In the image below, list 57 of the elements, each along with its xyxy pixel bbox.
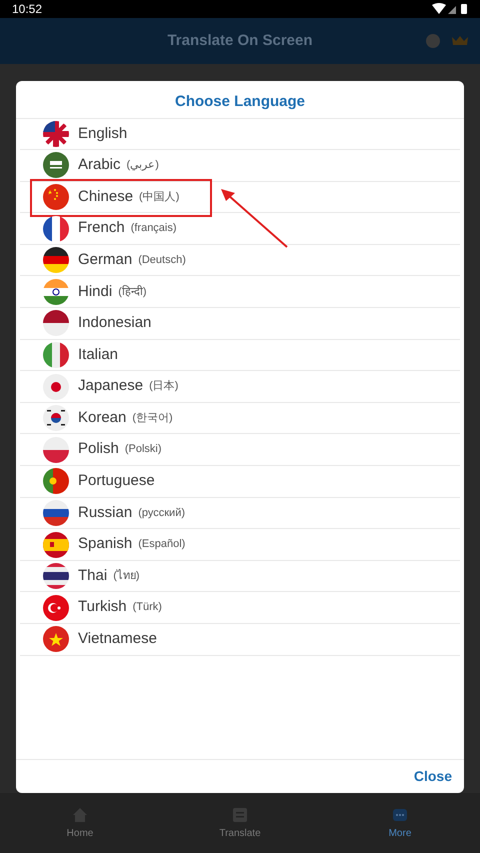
native-name: (한국어)	[132, 410, 173, 426]
language-item[interactable]: English	[20, 118, 460, 150]
flag-icon	[43, 563, 69, 590]
flag-icon	[43, 152, 69, 178]
language-item[interactable]: Korean (한국어)	[20, 402, 460, 434]
language-item[interactable]: Turkish (Türk)	[20, 592, 460, 624]
home-icon	[71, 806, 89, 824]
flag-icon	[43, 405, 69, 432]
list-icon	[231, 806, 249, 824]
language-item[interactable]: Spanish (Español)	[20, 529, 460, 561]
native-name: (日本)	[149, 379, 178, 394]
language-item[interactable]: Thai (ไทย)	[20, 560, 460, 592]
language-item[interactable]: Russian (русский)	[20, 498, 460, 530]
language-item[interactable]: Hindi (हिन्दी)	[20, 276, 460, 308]
close-button[interactable]: Close	[412, 766, 454, 787]
native-name: (русский)	[138, 506, 186, 521]
flag-icon	[43, 247, 69, 274]
dialog-title: Choose Language	[16, 81, 464, 118]
flag-icon	[43, 310, 69, 336]
language-item[interactable]: Italian	[20, 340, 460, 372]
flag-icon	[43, 278, 69, 305]
native-name: (हिन्दी)	[118, 284, 147, 300]
native-name: (عربي)	[126, 158, 159, 174]
flag-icon	[43, 626, 69, 652]
language-item[interactable]: Polish (Polski)	[20, 434, 460, 466]
flag-icon	[43, 374, 69, 400]
native-name: (Polski)	[124, 442, 162, 458]
crown-icon[interactable]	[452, 35, 468, 47]
nav-tab[interactable]: Translate	[160, 793, 320, 853]
flag-icon	[43, 342, 69, 368]
flag-icon	[43, 532, 69, 558]
flag-icon	[43, 120, 69, 147]
nav-tab[interactable]: Home	[0, 793, 160, 853]
language-item[interactable]: French (français)	[20, 213, 460, 245]
status-time: 10:52	[12, 1, 42, 18]
native-name: (Deutsch)	[138, 252, 186, 268]
language-item[interactable]: Chinese (中国人)	[20, 182, 460, 214]
app-title: Translate On Screen	[167, 30, 313, 51]
native-name: (中国人)	[139, 190, 180, 205]
language-item[interactable]: German (Deutsch)	[20, 244, 460, 276]
native-name: (ไทย)	[113, 568, 140, 584]
language-item[interactable]: Indonesian	[20, 308, 460, 340]
flag-icon	[43, 436, 69, 463]
flag-icon	[43, 594, 69, 621]
flag-icon	[43, 468, 69, 494]
native-name: (Türk)	[132, 600, 162, 616]
annotation-arrow	[218, 186, 290, 250]
flag-icon	[43, 184, 69, 210]
native-name: (français)	[130, 221, 177, 236]
nav-tab[interactable]: More	[320, 793, 480, 853]
language-item[interactable]: Japanese (日本)	[20, 371, 460, 403]
flag-icon	[43, 500, 69, 526]
flag-icon	[43, 216, 69, 242]
language-item[interactable]: Portuguese	[20, 466, 460, 498]
status-icons	[432, 3, 468, 15]
language-item[interactable]: Vietnamese	[20, 624, 460, 656]
native-name: (Español)	[138, 537, 186, 552]
